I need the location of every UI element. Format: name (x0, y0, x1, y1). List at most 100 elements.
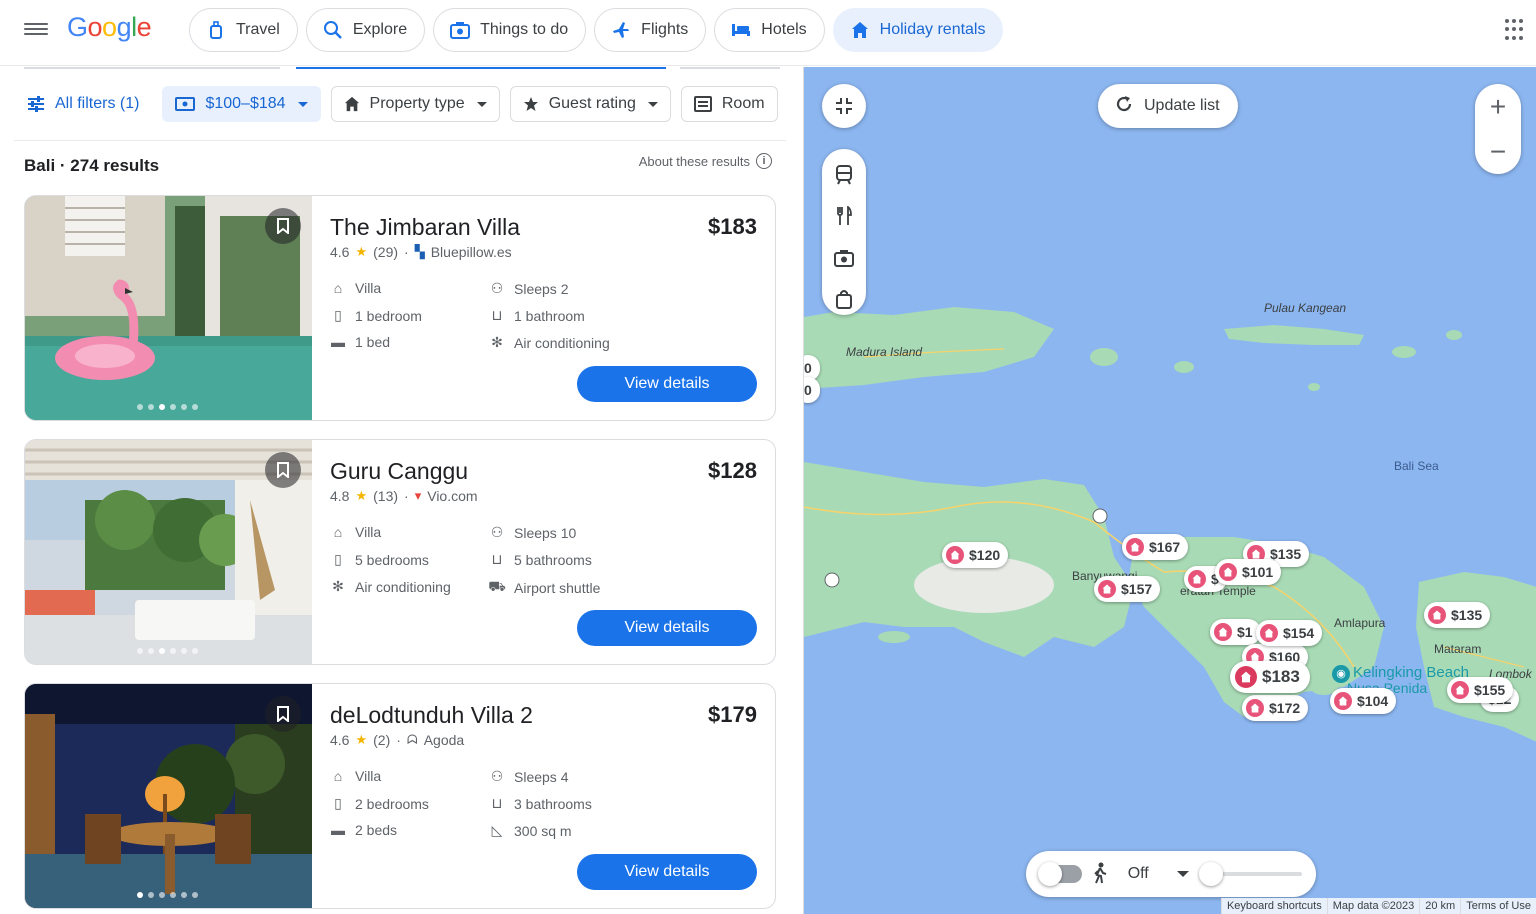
transit-icon[interactable] (829, 159, 859, 191)
pin-price: 0 (804, 382, 812, 398)
feature-item: ⊔ 3 bathrooms (489, 795, 592, 812)
people-icon: ⚇ (490, 524, 504, 540)
chevron-down-icon[interactable] (1176, 871, 1189, 877)
price-pin[interactable]: $120 (942, 542, 1009, 568)
listing-price: $183 (708, 214, 757, 239)
price-pin-selected[interactable]: $183 (1230, 661, 1310, 693)
star-icon: ★ (355, 488, 368, 503)
house-icon (946, 546, 964, 564)
google-logo[interactable]: Google (67, 12, 152, 43)
shuttle-icon: ⛟ (488, 578, 506, 594)
property-type-chip[interactable]: Property type (330, 86, 500, 122)
tab-flights[interactable]: Flights (594, 8, 707, 52)
price-filter-chip[interactable]: $100–$184 (162, 86, 321, 122)
photo-carousel-dots[interactable] (137, 648, 198, 654)
walking-time-control: Off (1026, 851, 1316, 897)
feature-item: ⚇ Sleeps 10 (489, 524, 577, 541)
feature-item: ▯ 2 bedrooms (330, 795, 429, 812)
walking-time-toggle[interactable] (1038, 862, 1082, 886)
bathtub-icon: ⊔ (491, 551, 503, 567)
zoom-in-button[interactable]: + (1475, 84, 1521, 129)
house-icon (1214, 623, 1232, 641)
about-results-link[interactable]: About these results i (639, 153, 772, 169)
listing-card[interactable]: Guru Canggu $128 4.8 ★ (13) · ▾ Vio.com … (24, 439, 776, 665)
review-count: (29) (373, 244, 399, 260)
map-label-kangean: Pulau Kangean (1264, 301, 1347, 315)
listing-photo[interactable] (25, 196, 312, 420)
listing-name[interactable]: deLodtunduh Villa 2 (330, 702, 533, 729)
tab-label: Flights (641, 21, 689, 38)
update-list-button[interactable]: Update list (1098, 84, 1238, 128)
shopping-bag-icon[interactable] (829, 284, 859, 316)
guest-rating-label: Guest rating (548, 95, 636, 112)
camera-icon[interactable] (829, 242, 859, 274)
all-filters-button[interactable]: All filters (1) (14, 86, 153, 122)
rating-value: 4.6 (330, 732, 350, 748)
house-icon (1451, 681, 1469, 699)
tune-icon (27, 96, 45, 112)
guest-rating-chip[interactable]: Guest rating (509, 86, 671, 122)
collapse-map-icon[interactable] (822, 84, 866, 128)
pin-price: $172 (1269, 700, 1301, 716)
pin-price: $120 (969, 547, 1001, 563)
walking-time-slider[interactable] (1198, 862, 1302, 886)
snowflake-icon: ✻ (332, 578, 344, 594)
price-pin[interactable]: $1 (1210, 619, 1261, 645)
terms-link[interactable]: Terms of Use (1460, 898, 1536, 914)
feature-item: ⌂ Villa (330, 768, 381, 784)
rooms-chip[interactable]: Room (680, 86, 778, 122)
zoom-out-button[interactable]: − (1475, 129, 1521, 174)
about-results-label: About these results (638, 153, 750, 169)
feature-item: ▯ 1 bedroom (330, 307, 422, 324)
price-pin[interactable]: $155 (1447, 677, 1514, 703)
property-type-label: Property type (369, 95, 465, 112)
pin-price: $101 (1242, 564, 1274, 580)
apps-grid-icon[interactable] (1505, 19, 1527, 41)
listing-photo[interactable] (25, 440, 312, 664)
map-data-label: Map data ©2023 (1326, 898, 1420, 914)
feature-label: 1 bed (355, 334, 391, 350)
photo-carousel-dots[interactable] (137, 404, 198, 410)
door-icon: ▯ (334, 551, 342, 567)
price-pin[interactable]: $135 (1424, 602, 1491, 628)
view-details-button[interactable]: View details (577, 366, 757, 402)
view-details-button[interactable]: View details (577, 610, 757, 646)
chevron-down-icon (476, 101, 487, 107)
tab-travel[interactable]: Travel (189, 8, 298, 52)
price-pin[interactable]: $172 (1242, 695, 1309, 721)
door-icon: ▯ (334, 795, 342, 811)
feature-label: Air conditioning (514, 334, 610, 351)
view-details-button[interactable]: View details (577, 854, 757, 890)
results-map[interactable]: Madura Island Pulau Kangean Bali Sea Ban… (803, 67, 1536, 914)
photo-carousel-dots[interactable] (137, 892, 198, 898)
tab-explore[interactable]: Explore (305, 8, 426, 52)
restaurant-icon[interactable] (829, 201, 859, 233)
tab-things-to-do[interactable]: Things to do (433, 8, 587, 52)
bookmark-icon[interactable] (265, 696, 301, 732)
review-count: (13) (373, 488, 399, 504)
price-pin[interactable]: $101 (1215, 559, 1282, 585)
feature-item: ⊔ 1 bathroom (489, 307, 585, 324)
chevron-down-icon (647, 101, 658, 107)
listing-card[interactable]: deLodtunduh Villa 2 $179 4.6 ★ (2) · ᗣ A… (24, 683, 776, 909)
listing-photo[interactable] (25, 684, 312, 908)
keyboard-shortcuts-link[interactable]: Keyboard shortcuts (1220, 898, 1327, 914)
feature-label: Villa (355, 280, 382, 296)
price-pin[interactable]: $157 (1094, 576, 1161, 602)
listing-name[interactable]: Guru Canggu (330, 458, 468, 485)
bookmark-icon[interactable] (265, 452, 301, 488)
feature-label: Villa (355, 524, 382, 540)
tab-holiday-rentals[interactable]: Holiday rentals (832, 8, 1004, 52)
bookmark-icon[interactable] (265, 208, 301, 244)
price-pin[interactable]: $104 (1330, 688, 1397, 714)
pin-price: $167 (1149, 539, 1181, 555)
listing-card[interactable]: The Jimbaran Villa $183 4.6 ★ (29) · ▚ B… (24, 195, 776, 421)
listing-name[interactable]: The Jimbaran Villa (330, 214, 520, 241)
map-scale[interactable]: 20 km (1419, 898, 1460, 914)
tab-hotels[interactable]: Hotels (714, 8, 825, 52)
people-icon: ⚇ (490, 280, 504, 296)
main-menu-icon[interactable] (24, 20, 48, 40)
price-pin[interactable]: $154 (1256, 620, 1323, 646)
price-pin[interactable]: $167 (1122, 534, 1189, 560)
top-header: Google Travel Explore Things to do Fligh… (0, 0, 1536, 66)
